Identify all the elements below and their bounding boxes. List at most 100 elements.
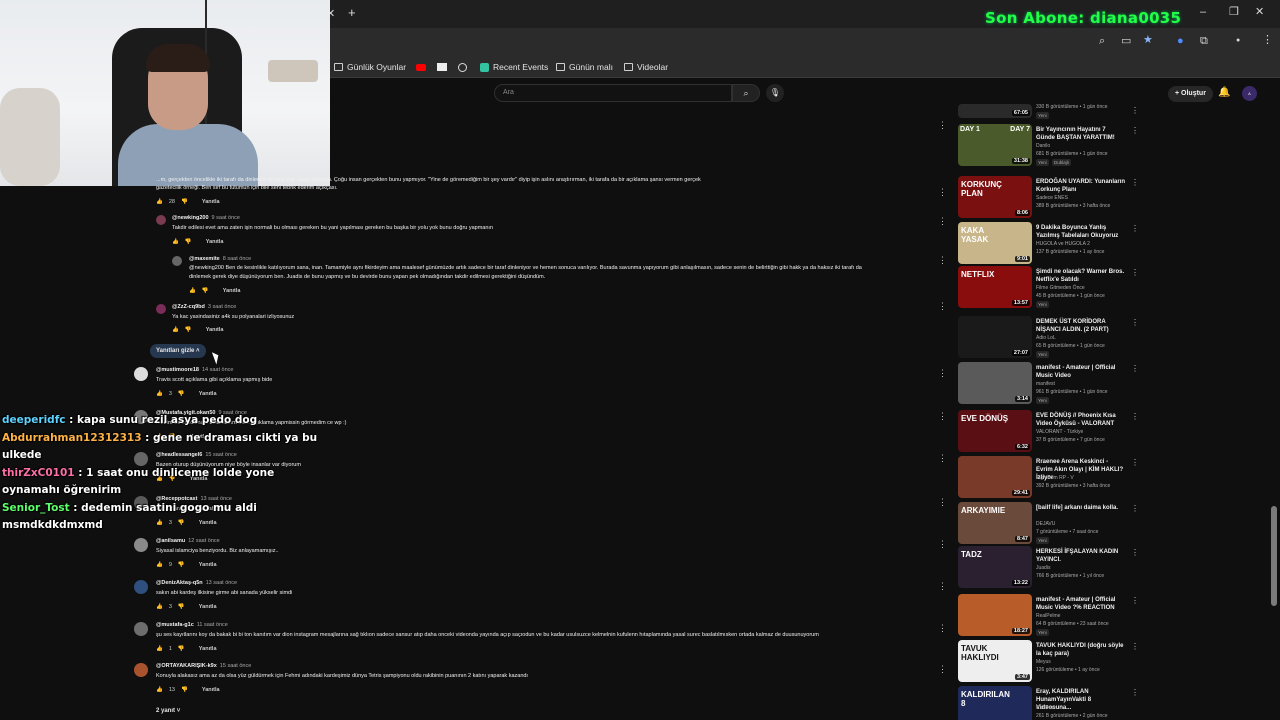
new-tab-icon[interactable]: + xyxy=(348,6,356,19)
video-title[interactable]: manifest - Amateur | Official Music Vide… xyxy=(1036,364,1126,380)
like-icon[interactable]: 👍 xyxy=(156,604,163,610)
bookmark-picture[interactable] xyxy=(437,60,447,74)
avatar[interactable] xyxy=(134,367,148,381)
video-title[interactable]: DEMEK ÜST KORİDORA NİŞANCI ALDIN. (2 PAR… xyxy=(1036,318,1126,334)
comment-author[interactable]: @anilsamu 12 saat önce xyxy=(156,538,220,544)
browser-menu-icon[interactable]: ⋮ xyxy=(1262,34,1273,46)
avatar[interactable] xyxy=(156,215,166,225)
channel-name[interactable]: Sadece ENES xyxy=(1036,195,1068,201)
like-icon[interactable]: 👍 xyxy=(156,562,163,568)
video-thumbnail[interactable]: DAY 1 DAY 7 31:38 xyxy=(958,124,1032,166)
video-title[interactable]: TAVUK HAKLIYDI (doğru söyle la kaç para) xyxy=(1036,642,1126,658)
video-thumbnail[interactable]: 3:14 xyxy=(958,362,1032,404)
reply-button[interactable]: Yanıtla xyxy=(206,327,224,333)
bookmark-gunun-mali[interactable]: Günün malı xyxy=(556,60,613,74)
comment-menu-icon[interactable]: ⋮ xyxy=(938,369,947,378)
reply-button[interactable]: Yanıtla xyxy=(206,239,224,245)
video-menu-icon[interactable]: ⋮ xyxy=(1131,126,1139,135)
comment-menu-icon[interactable]: ⋮ xyxy=(938,582,947,591)
comment-menu-icon[interactable]: ⋮ xyxy=(938,302,947,311)
comment-menu-icon[interactable]: ⋮ xyxy=(938,454,947,463)
video-title[interactable]: Şimdi ne olacak? Warner Bros. Netflix'e … xyxy=(1036,268,1126,284)
avatar[interactable] xyxy=(134,538,148,552)
reply-button[interactable]: Yanıtla xyxy=(199,604,217,610)
create-button[interactable]: + Oluştur xyxy=(1168,86,1213,102)
video-menu-icon[interactable]: ⋮ xyxy=(1131,318,1139,327)
dislike-icon[interactable]: 👎 xyxy=(178,562,185,568)
bookmark-youtube[interactable] xyxy=(416,60,426,74)
comment-menu-icon[interactable]: ⋮ xyxy=(938,217,947,226)
avatar[interactable] xyxy=(134,663,148,677)
bookmark-gunluk-oyunlar[interactable]: Günlük Oyunlar xyxy=(334,60,406,74)
avatar[interactable] xyxy=(134,452,148,466)
video-thumbnail[interactable]: 18:27 xyxy=(958,594,1032,636)
comment-author[interactable]: @DenizAktaş-q5n 13 saat önce xyxy=(156,580,237,586)
video-title[interactable]: Bir Yayıncının Hayatını 7 Günde BAŞTAN Y… xyxy=(1036,126,1126,142)
reply-button[interactable]: Yanıtla xyxy=(199,391,217,397)
dislike-icon[interactable]: 👎 xyxy=(185,327,192,333)
video-title[interactable]: EVE DÖNÜŞ // Phoenix Kısa Video Öyküsü -… xyxy=(1036,412,1126,428)
bookmark-recent-events[interactable]: Recent Events xyxy=(480,60,548,74)
video-thumbnail[interactable]: KAKA YASAK 9:01 xyxy=(958,222,1032,264)
like-icon[interactable]: 👍 xyxy=(172,239,179,245)
hide-replies-button[interactable]: Yanıtları gizle ˄ xyxy=(150,344,206,358)
minimize-icon[interactable]: – xyxy=(1200,6,1206,18)
channel-name[interactable]: Filme Gitmeden Önce xyxy=(1036,285,1085,291)
comment-menu-icon[interactable]: ⋮ xyxy=(938,498,947,507)
channel-name[interactable]: RahDeen xyxy=(1036,705,1057,711)
channel-name[interactable]: VALORANT - Türkiye xyxy=(1036,429,1083,435)
window-close-icon[interactable]: ✕ xyxy=(1255,6,1264,18)
channel-name[interactable]: Juadis xyxy=(1036,565,1050,571)
comment-menu-icon[interactable]: ⋮ xyxy=(938,256,947,265)
extension-icon[interactable]: ● xyxy=(1177,35,1184,47)
avatar[interactable] xyxy=(134,580,148,594)
reply-button[interactable]: Yanıtla xyxy=(199,562,217,568)
search-input[interactable]: Ara xyxy=(494,84,732,102)
like-icon[interactable]: 👍 xyxy=(156,520,163,526)
dislike-icon[interactable]: 👎 xyxy=(178,520,185,526)
comment-author[interactable]: @ORTAYAKARIŞIK-k9x 15 saat önce xyxy=(156,663,251,669)
comment-menu-icon[interactable]: ⋮ xyxy=(938,412,947,421)
channel-name[interactable]: DEJAVU xyxy=(1036,521,1055,527)
comment-menu-icon[interactable]: ⋮ xyxy=(938,665,947,674)
video-thumbnail[interactable]: 67:05 xyxy=(958,104,1032,118)
dislike-icon[interactable]: 👎 xyxy=(181,199,188,205)
like-icon[interactable]: 👍 xyxy=(156,391,163,397)
comment-menu-icon[interactable]: ⋮ xyxy=(938,540,947,549)
channel-name[interactable]: Adio LoL xyxy=(1036,335,1056,341)
comment-author[interactable]: @maxemite 8 saat önce xyxy=(189,256,251,262)
channel-name[interactable]: Danilo xyxy=(1036,143,1050,149)
video-menu-icon[interactable]: ⋮ xyxy=(1131,688,1139,697)
channel-name[interactable]: manifest xyxy=(1036,381,1055,387)
video-menu-icon[interactable]: ⋮ xyxy=(1131,224,1139,233)
like-icon[interactable]: 👍 xyxy=(172,327,179,333)
notifications-bell-icon[interactable]: 🔔 xyxy=(1218,87,1230,98)
video-thumbnail[interactable]: NETFLIX 13:57 xyxy=(958,266,1032,308)
avatar[interactable] xyxy=(172,256,182,266)
extensions-puzzle-icon[interactable]: ⧉ xyxy=(1200,35,1208,47)
comment-menu-icon[interactable]: ⋮ xyxy=(938,188,947,197)
video-menu-icon[interactable]: ⋮ xyxy=(1131,178,1139,187)
zoom-icon[interactable]: ⌕ xyxy=(1099,35,1105,47)
comment-author[interactable]: @mustimoore18 14 saat önce xyxy=(156,367,233,373)
video-title[interactable]: manifest - Amateur | Official Music Vide… xyxy=(1036,596,1126,612)
dislike-icon[interactable]: 👎 xyxy=(202,288,209,294)
dislike-icon[interactable]: 👎 xyxy=(185,239,192,245)
search-button[interactable]: ⌕ xyxy=(732,84,760,102)
dislike-icon[interactable]: 👎 xyxy=(178,646,185,652)
video-thumbnail[interactable]: KORKUNÇ PLAN 8:06 xyxy=(958,176,1032,218)
video-menu-icon[interactable]: ⋮ xyxy=(1131,458,1139,467)
video-thumbnail[interactable]: ARKAYIMIE 8:47 xyxy=(958,502,1032,544)
video-title[interactable]: 9 Dakika Boyunca Yanlış Yazılmış Tabelal… xyxy=(1036,224,1126,240)
cast-icon[interactable]: ▭ xyxy=(1121,35,1131,47)
show-replies-button[interactable]: 2 yanıt ˅ xyxy=(156,708,180,714)
reply-button[interactable]: Yanıtla xyxy=(199,646,217,652)
account-avatar[interactable]: A xyxy=(1242,86,1257,101)
video-menu-icon[interactable]: ⋮ xyxy=(1131,504,1139,513)
video-thumbnail[interactable]: KALDIRILAN 8 xyxy=(958,686,1032,720)
reply-button[interactable]: Yanıtla xyxy=(202,199,220,205)
maximize-icon[interactable]: ❐ xyxy=(1229,6,1239,18)
avatar[interactable] xyxy=(156,304,166,314)
video-menu-icon[interactable]: ⋮ xyxy=(1131,548,1139,557)
video-title[interactable]: ERDOĞAN UYARDI: Yunanların Korkunç Planı xyxy=(1036,178,1126,194)
